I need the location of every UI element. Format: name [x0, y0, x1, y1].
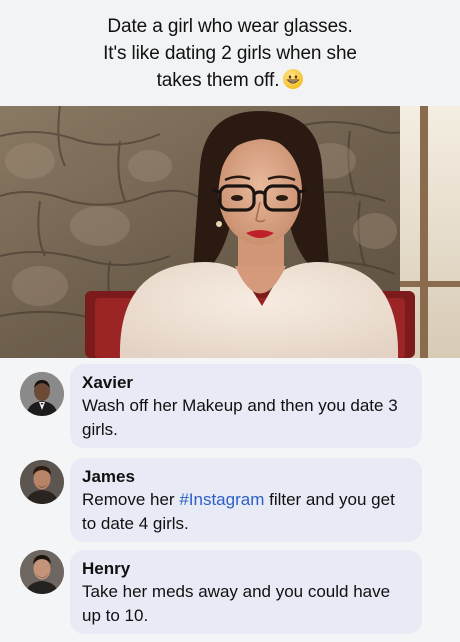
caption-line-3: takes them off. — [0, 67, 460, 94]
woman-with-glasses-photo — [0, 106, 460, 358]
avatar[interactable] — [20, 372, 64, 416]
caption-line-2: It's like dating 2 girls when she — [103, 43, 357, 64]
comment-bubble: Henry Take her meds away and you could h… — [70, 550, 422, 634]
comment-bubble: Xavier Wash off her Makeup and then you … — [70, 364, 422, 448]
comment-author[interactable]: Xavier — [82, 372, 410, 394]
comment-author[interactable]: James — [82, 466, 410, 488]
comment-text: Wash off her Makeup and then you date 3 … — [82, 396, 398, 439]
avatar[interactable] — [20, 550, 64, 594]
comment-author[interactable]: Henry — [82, 558, 410, 580]
comment-section: Xavier Wash off her Makeup and then you … — [0, 358, 460, 642]
caption-line-1: Date a girl who wear glasses. — [107, 16, 353, 37]
avatar[interactable] — [20, 460, 64, 504]
comment-bubble: James Remove her #Instagram filter and y… — [70, 458, 422, 542]
grinning-face-emoji-icon — [283, 69, 304, 89]
comment-text-before: Remove her — [82, 490, 180, 509]
caption-line-3-text: takes them off. — [156, 70, 280, 91]
hashtag-link[interactable]: #Instagram — [179, 490, 264, 509]
meme-caption: Date a girl who wear glasses. It's like … — [0, 0, 460, 106]
comment-text: Remove her #Instagram filter and you get… — [82, 488, 410, 536]
comment-text: Take her meds away and you could have up… — [82, 582, 391, 625]
